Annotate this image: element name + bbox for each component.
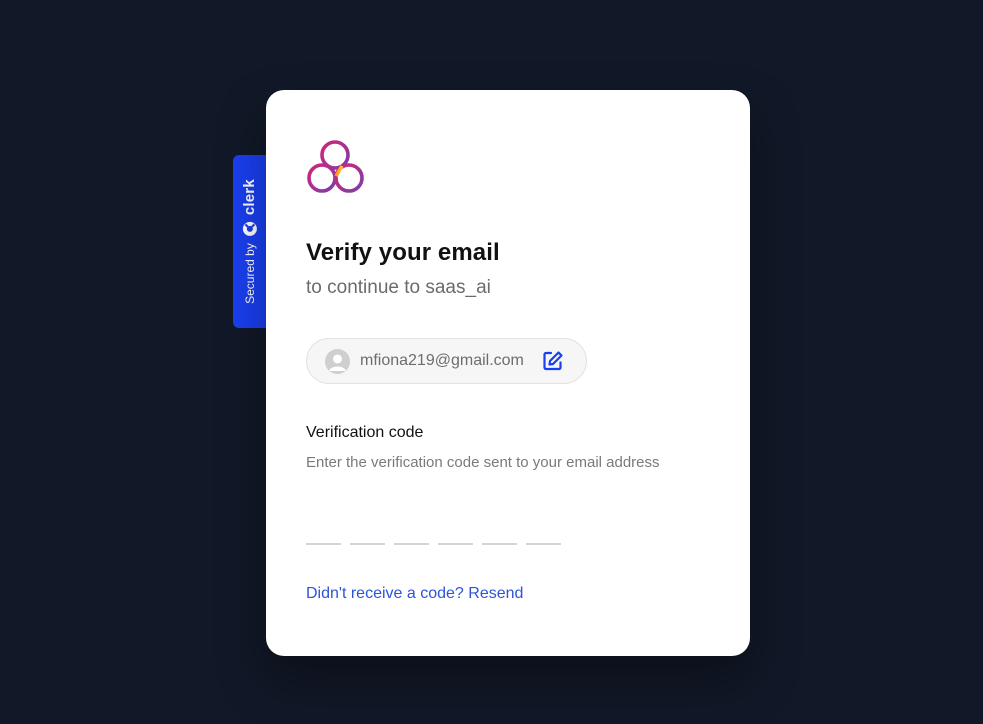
page-background: Secured by clerk Verify your email to co… — [0, 0, 983, 724]
code-digit-1[interactable] — [306, 521, 341, 545]
edit-email-button[interactable] — [542, 350, 564, 372]
code-digit-5[interactable] — [482, 521, 517, 545]
page-title: Verify your email — [306, 239, 500, 266]
clerk-brand-label: clerk — [241, 179, 258, 216]
identity-email: mfiona219@gmail.com — [360, 352, 524, 369]
code-digit-6[interactable] — [526, 521, 561, 545]
user-avatar-icon — [325, 348, 350, 374]
code-digit-2[interactable] — [350, 521, 385, 545]
code-digit-3[interactable] — [394, 521, 429, 545]
edit-icon — [543, 351, 563, 371]
verification-code-label: Verification code — [306, 424, 424, 441]
verification-code-hint: Enter the verification code sent to your… — [306, 454, 660, 471]
verification-code-inputs — [306, 521, 710, 545]
page-subtitle: to continue to saas_ai — [306, 277, 491, 298]
resend-code-link[interactable]: Didn't receive a code? Resend — [306, 585, 523, 603]
secured-by-label: Secured by — [242, 243, 257, 304]
tri-ring-logo-icon — [307, 140, 364, 193]
code-digit-4[interactable] — [438, 521, 473, 545]
clerk-secured-badge[interactable]: Secured by clerk — [233, 155, 266, 328]
clerk-badge-content: Secured by clerk — [241, 179, 258, 304]
verify-email-card: Verify your email to continue to saas_ai… — [266, 90, 750, 656]
identity-preview: mfiona219@gmail.com — [306, 338, 587, 384]
clerk-logo-icon — [242, 221, 258, 237]
